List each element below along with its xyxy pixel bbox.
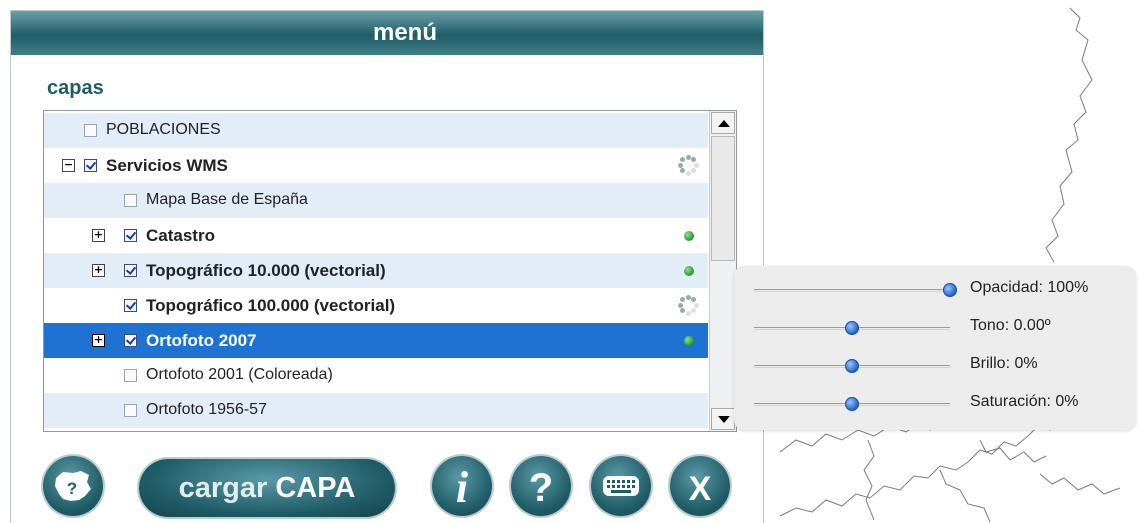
layer-list[interactable]: POBLACIONES − Servicios WMS Mapa Base de Es… xyxy=(43,110,737,432)
province-boundary xyxy=(863,439,875,521)
load-layer-button[interactable]: cargar CAPA xyxy=(139,459,395,517)
menu-title: menú xyxy=(372,19,437,46)
adjustment-slider[interactable]: Opacidad: 100% xyxy=(734,270,1136,308)
layer-label: Mapa Base de España xyxy=(146,191,308,208)
info-button[interactable]: i xyxy=(432,456,492,516)
expand-toggle-icon[interactable]: + xyxy=(92,334,105,347)
layer-checkbox[interactable] xyxy=(124,299,137,312)
expand-toggle-icon[interactable]: + xyxy=(92,264,105,277)
help-button[interactable]: ? xyxy=(511,456,571,516)
menu-title-bar: menú xyxy=(11,11,763,55)
layer-row[interactable]: + Topográfico 10.000 (vectorial) xyxy=(44,253,708,288)
keyboard-icon xyxy=(603,476,639,496)
map-help-button[interactable]: ? xyxy=(43,456,103,516)
layer-row[interactable]: − Servicios WMS xyxy=(44,148,708,183)
slider-label: Saturación: 0% xyxy=(970,393,1079,410)
layer-row[interactable]: + Catastro xyxy=(44,218,708,253)
province-boundary xyxy=(939,469,991,522)
load-layer-word1: cargar xyxy=(178,472,268,504)
layer-label: Ortofoto 1956-57 xyxy=(146,401,267,418)
layer-checkbox[interactable] xyxy=(124,194,137,207)
slider-knob[interactable] xyxy=(845,321,859,335)
layer-row[interactable]: POBLACIONES xyxy=(44,113,708,148)
province-boundary xyxy=(979,439,1047,463)
close-button[interactable]: X xyxy=(670,456,730,516)
layer-label: POBLACIONES xyxy=(106,121,221,138)
slider-track[interactable] xyxy=(754,289,950,292)
scroll-thumb[interactable] xyxy=(711,136,735,261)
map-help-glyph: ? xyxy=(67,479,77,498)
info-glyph: i xyxy=(456,463,469,512)
spain-map-help-icon: ? xyxy=(55,471,91,501)
layer-checkbox[interactable] xyxy=(84,124,97,137)
adjustment-slider[interactable]: Tono: 0.00º xyxy=(734,308,1136,346)
collapse-toggle-icon[interactable]: − xyxy=(62,159,75,172)
slider-knob[interactable] xyxy=(943,283,957,297)
layer-row[interactable]: Mapa Base de España xyxy=(44,183,708,218)
expand-toggle-icon[interactable]: + xyxy=(92,229,105,242)
status-dot-icon xyxy=(684,231,694,241)
layers-section-title: capas xyxy=(47,77,104,99)
layer-checkbox[interactable] xyxy=(124,264,137,277)
close-glyph: X xyxy=(689,470,712,508)
keyboard-button[interactable] xyxy=(591,456,651,516)
status-dot-icon xyxy=(684,266,694,276)
slider-knob[interactable] xyxy=(845,359,859,373)
province-boundary xyxy=(1039,473,1121,495)
info-icon: i xyxy=(456,463,469,512)
slider-label: Tono: 0.00º xyxy=(970,317,1051,334)
scroll-up-button[interactable] xyxy=(711,112,735,134)
layer-row[interactable]: Ortofoto 2001 (Coloreada) xyxy=(44,358,708,393)
province-boundary xyxy=(1045,7,1093,263)
layer-label: Servicios WMS xyxy=(106,156,228,175)
layer-label: Ortofoto 2007 xyxy=(146,331,257,350)
slider-label: Opacidad: 100% xyxy=(970,279,1089,296)
help-icon: ? xyxy=(529,466,553,510)
loading-spinner-icon xyxy=(677,294,699,316)
layer-checkbox[interactable] xyxy=(124,229,137,242)
layer-label: Ortofoto 2001 (Coloreada) xyxy=(146,366,333,383)
layer-row[interactable]: Ortofoto 1956-57 xyxy=(44,393,708,428)
layer-label: Topográfico 100.000 (vectorial) xyxy=(146,296,396,315)
load-layer-word2: CAPA xyxy=(275,472,356,504)
scroll-down-button[interactable] xyxy=(711,408,735,430)
layer-label: Topográfico 10.000 (vectorial) xyxy=(146,261,386,280)
layer-checkbox[interactable] xyxy=(124,404,137,417)
layer-checkbox[interactable] xyxy=(124,369,137,382)
layer-list-scrollbar[interactable] xyxy=(709,111,736,431)
slider-knob[interactable] xyxy=(845,397,859,411)
help-glyph: ? xyxy=(529,466,553,510)
status-dot-icon xyxy=(684,336,694,346)
layer-adjustments-panel: Opacidad: 100% Tono: 0.00º Brillo: 0% Satur… xyxy=(734,266,1136,430)
adjustment-slider[interactable]: Brillo: 0% xyxy=(734,346,1136,384)
layer-label: Catastro xyxy=(146,226,215,245)
menu-panel: menú capas POBLACIONES − Servicios WMS Mapa… xyxy=(10,10,764,523)
adjustment-slider[interactable]: Saturación: 0% xyxy=(734,384,1136,422)
layer-checkbox[interactable] xyxy=(124,334,137,347)
slider-label: Brillo: 0% xyxy=(970,355,1038,372)
layer-checkbox[interactable] xyxy=(84,159,97,172)
layer-row[interactable]: + Ortofoto 2007 xyxy=(44,323,708,358)
close-icon: X xyxy=(689,470,712,508)
loading-spinner-icon xyxy=(677,154,699,176)
layer-row[interactable]: Topográfico 100.000 (vectorial) xyxy=(44,288,708,323)
